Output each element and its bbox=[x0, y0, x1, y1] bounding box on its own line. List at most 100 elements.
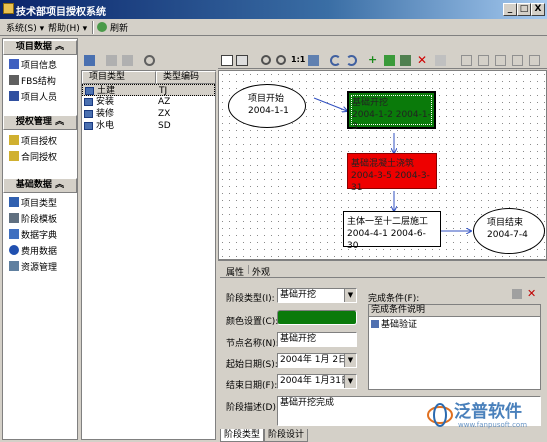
node-project-end[interactable]: 项目结束 2004-7-4 bbox=[473, 208, 545, 254]
sidebar: 项目数据 ︽ 项目信息 FBS结构 项目人员 授权管理 ︽ 项目授权 合同授权 … bbox=[2, 38, 78, 440]
delete-condition-icon[interactable]: ✕ bbox=[527, 287, 536, 300]
type-icon bbox=[9, 197, 19, 207]
align-icon[interactable] bbox=[435, 55, 446, 66]
redo-icon[interactable] bbox=[346, 55, 357, 66]
section-project-data[interactable]: 项目数据 ︽ bbox=[3, 40, 77, 55]
diagram-toolbar: 1:1 + ✕ bbox=[218, 52, 547, 69]
add-node-icon[interactable]: + bbox=[368, 54, 377, 65]
grid-icon[interactable] bbox=[236, 55, 248, 66]
end-date-label: 结束日期(F): bbox=[226, 381, 278, 391]
diagram-canvas[interactable]: 项目开始 2004-1-1 基础开挖 2004-1-2 2004-1-3 基础混凝土… bbox=[218, 70, 547, 260]
menu-separator bbox=[92, 21, 94, 34]
resource-icon bbox=[9, 261, 19, 271]
row-icon bbox=[84, 122, 93, 130]
dictionary-icon bbox=[9, 229, 19, 239]
description-label: 阶段描述(D): bbox=[226, 403, 279, 413]
condition-icon bbox=[371, 320, 379, 328]
close-button[interactable]: X bbox=[531, 3, 545, 16]
col-header-type[interactable]: 项目类型 bbox=[82, 71, 156, 84]
add-condition-icon[interactable] bbox=[512, 289, 522, 299]
title-bar: 技术部项目授权系统 _ □ X bbox=[0, 0, 547, 19]
fit-icon[interactable] bbox=[308, 55, 319, 66]
node-name-label: 节点名称(N): bbox=[226, 339, 279, 349]
align-right-icon[interactable] bbox=[495, 55, 506, 66]
node-foundation-excavation[interactable]: 基础开挖 2004-1-2 2004-1-3 bbox=[347, 91, 436, 132]
node-project-start[interactable]: 项目开始 2004-1-1 bbox=[228, 84, 306, 128]
refresh-button[interactable]: 刷新 bbox=[110, 21, 128, 34]
link-icon[interactable] bbox=[400, 55, 411, 66]
chevron-down-icon: ▼ bbox=[344, 375, 356, 388]
chevron-down-icon: ▼ bbox=[344, 354, 356, 367]
nav-project-type[interactable]: 项目类型 bbox=[9, 197, 57, 211]
chevron-down-icon: ▼ bbox=[344, 289, 356, 302]
section-base-data[interactable]: 基础数据 ︽ bbox=[3, 178, 77, 193]
align-top-icon[interactable] bbox=[512, 55, 523, 66]
start-date-picker[interactable]: 2004年 1月 2日 ▼ bbox=[277, 353, 357, 368]
project-info-icon bbox=[9, 59, 19, 69]
layout-icon[interactable] bbox=[221, 55, 233, 66]
watermark-url: www.fanpusoft.com bbox=[458, 421, 528, 429]
table-toolbar bbox=[82, 55, 216, 68]
project-type-table: 项目类型 类型编码 土建 TJ 安装 AZ 装修 ZX 水电 SD bbox=[81, 70, 216, 440]
col-header-code[interactable]: 类型编码 bbox=[156, 71, 216, 84]
nav-contract-auth[interactable]: 合同授权 bbox=[9, 151, 57, 165]
delete-icon[interactable]: ✕ bbox=[417, 53, 427, 67]
nav-project-auth[interactable]: 项目授权 bbox=[9, 135, 57, 149]
tab-divider bbox=[220, 277, 545, 278]
menu-system[interactable]: 系统(S) ▾ bbox=[6, 21, 44, 34]
actual-size-icon[interactable]: 1:1 bbox=[291, 55, 305, 64]
end-date-picker[interactable]: 2004年 1月31日 ▼ bbox=[277, 374, 357, 389]
zoom-in-icon[interactable] bbox=[261, 55, 271, 65]
condition-list[interactable]: 完成条件说明 基础验证 bbox=[368, 304, 541, 390]
stage-type-select[interactable]: 基础开挖 ▼ bbox=[277, 288, 357, 303]
condition-item[interactable]: 基础验证 bbox=[371, 319, 417, 331]
key-icon bbox=[9, 151, 19, 161]
zoom-out-icon[interactable] bbox=[276, 55, 286, 65]
nav-project-info[interactable]: 项目信息 bbox=[9, 59, 57, 73]
table-row[interactable]: 土建 TJ bbox=[82, 84, 215, 96]
watermark-name: 泛普软件 bbox=[454, 402, 522, 422]
copy-icon[interactable] bbox=[106, 55, 117, 66]
paste-icon[interactable] bbox=[122, 55, 133, 66]
section-auth[interactable]: 授权管理 ︽ bbox=[3, 115, 77, 130]
stage-type-label: 阶段类型(I): bbox=[226, 294, 275, 304]
row-icon bbox=[84, 98, 93, 106]
save-icon[interactable] bbox=[84, 55, 95, 66]
add-child-icon[interactable] bbox=[384, 55, 395, 66]
table-row[interactable]: 水电 SD bbox=[82, 120, 215, 132]
connector bbox=[313, 97, 347, 111]
table-row[interactable]: 装修 ZX bbox=[82, 108, 215, 120]
node-foundation-concrete[interactable]: 基础混凝土浇筑 2004-3-5 2004-3-31 bbox=[347, 153, 437, 193]
nav-cost-data[interactable]: 费用数据 bbox=[9, 245, 57, 259]
align-left-icon[interactable] bbox=[461, 55, 472, 66]
align-bottom-icon[interactable] bbox=[529, 55, 540, 66]
minimize-button[interactable]: _ bbox=[503, 3, 517, 16]
maximize-button[interactable]: □ bbox=[517, 3, 531, 16]
logo-icon bbox=[427, 403, 453, 427]
row-icon bbox=[85, 87, 94, 95]
dollar-icon bbox=[9, 245, 19, 255]
refresh-icon[interactable] bbox=[97, 22, 107, 32]
key-icon bbox=[9, 135, 19, 145]
node-main-structure[interactable]: 主体一至十二层施工 2004-4-1 2004-6-30 bbox=[343, 211, 441, 251]
color-picker[interactable] bbox=[277, 310, 357, 325]
condition-list-header[interactable]: 完成条件说明 bbox=[369, 305, 540, 317]
align-center-icon[interactable] bbox=[478, 55, 489, 66]
app-icon bbox=[3, 3, 14, 14]
nav-fbs[interactable]: FBS结构 bbox=[9, 75, 56, 89]
condition-label: 完成条件(F): bbox=[368, 294, 420, 304]
bottom-tab-stage-design[interactable]: 阶段设计 bbox=[264, 429, 308, 442]
nav-dictionary[interactable]: 数据字典 bbox=[9, 229, 57, 243]
row-icon bbox=[84, 110, 93, 118]
table-row[interactable]: 安装 AZ bbox=[82, 96, 215, 108]
refresh-icon[interactable] bbox=[144, 55, 155, 66]
bottom-tab-stage-type[interactable]: 阶段类型 bbox=[220, 429, 264, 442]
nav-stage-template[interactable]: 阶段模板 bbox=[9, 213, 57, 227]
nav-project-staff[interactable]: 项目人员 bbox=[9, 91, 57, 105]
property-panel: 属性 | 外观 阶段类型(I): 基础开挖 ▼ 颜色设置(C): 节点名称(N):… bbox=[218, 260, 547, 442]
menu-help[interactable]: 帮助(H) ▾ bbox=[48, 21, 87, 34]
undo-icon[interactable] bbox=[330, 55, 341, 66]
nav-resource[interactable]: 资源管理 bbox=[9, 261, 57, 275]
template-icon bbox=[9, 213, 19, 223]
node-name-input[interactable]: 基础开挖 bbox=[277, 332, 357, 347]
